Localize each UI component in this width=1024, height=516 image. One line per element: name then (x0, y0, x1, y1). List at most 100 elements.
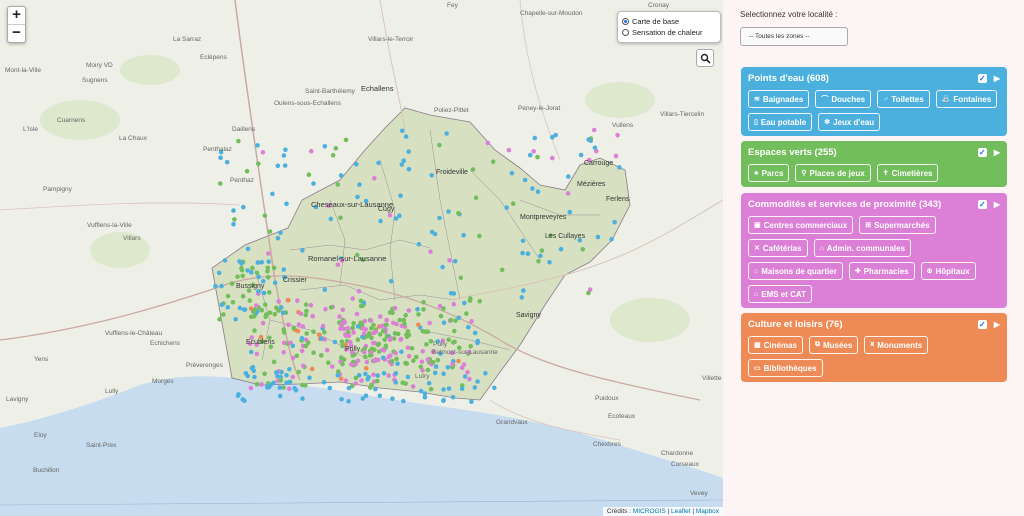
poi-marker[interactable] (338, 215, 343, 220)
filter-button[interactable]: ⛲ Fontaines (935, 90, 998, 108)
category-checkbox[interactable]: ✓ (977, 74, 987, 83)
poi-marker[interactable] (586, 290, 591, 296)
poi-marker[interactable] (532, 135, 538, 141)
poi-marker[interactable] (317, 332, 322, 338)
poi-marker[interactable] (271, 265, 277, 271)
poi-marker[interactable] (255, 260, 261, 265)
poi-marker[interactable] (254, 270, 260, 276)
poi-marker[interactable] (303, 343, 309, 349)
poi-marker[interactable] (539, 248, 545, 253)
poi-marker[interactable] (510, 201, 516, 206)
poi-marker[interactable] (419, 359, 425, 365)
poi-marker[interactable] (338, 376, 344, 382)
poi-marker[interactable] (351, 330, 356, 335)
poi-marker[interactable] (281, 350, 287, 355)
poi-marker[interactable] (328, 305, 334, 310)
poi-marker[interactable] (398, 193, 403, 198)
poi-marker[interactable] (490, 159, 496, 164)
poi-marker[interactable] (259, 382, 264, 387)
filter-button[interactable]: ⌂ Admin. communales (813, 239, 912, 257)
category-checkbox[interactable]: ✓ (977, 320, 987, 329)
poi-marker[interactable] (232, 217, 237, 222)
poi-marker[interactable] (252, 374, 257, 380)
poi-marker[interactable] (360, 326, 366, 331)
poi-marker[interactable] (535, 154, 540, 160)
radio-heat[interactable] (622, 29, 629, 36)
poi-marker[interactable] (441, 387, 446, 392)
poi-marker[interactable] (372, 176, 377, 181)
poi-marker[interactable] (311, 350, 316, 356)
poi-marker[interactable] (426, 380, 432, 386)
poi-marker[interactable] (403, 360, 408, 366)
poi-marker[interactable] (437, 215, 442, 221)
poi-marker[interactable] (281, 153, 287, 158)
poi-marker[interactable] (218, 155, 223, 160)
poi-marker[interactable] (429, 173, 435, 178)
poi-marker[interactable] (277, 393, 283, 399)
poi-marker[interactable] (249, 314, 254, 320)
poi-marker[interactable] (311, 329, 316, 335)
poi-marker[interactable] (477, 233, 482, 239)
poi-marker[interactable] (343, 137, 349, 143)
poi-marker[interactable] (567, 209, 573, 215)
poi-marker[interactable] (362, 349, 367, 355)
poi-marker[interactable] (386, 373, 392, 378)
poi-marker[interactable] (369, 335, 374, 341)
poi-marker[interactable] (376, 160, 381, 166)
poi-marker[interactable] (286, 322, 291, 328)
poi-marker[interactable] (337, 314, 342, 319)
poi-marker[interactable] (350, 325, 356, 331)
poi-marker[interactable] (229, 281, 235, 286)
poi-marker[interactable] (399, 349, 404, 355)
poi-marker[interactable] (240, 397, 245, 402)
poi-marker[interactable] (504, 205, 509, 210)
poi-marker[interactable] (466, 325, 471, 330)
poi-marker[interactable] (355, 337, 361, 343)
poi-marker[interactable] (342, 320, 347, 325)
poi-marker[interactable] (231, 208, 236, 213)
poi-marker[interactable] (609, 237, 614, 242)
poi-marker[interactable] (375, 342, 381, 348)
poi-marker[interactable] (400, 128, 405, 134)
poi-marker[interactable] (355, 194, 360, 200)
poi-marker[interactable] (364, 334, 370, 339)
filter-button[interactable]: ✚ Pharmacies (848, 262, 915, 280)
poi-marker[interactable] (367, 353, 373, 358)
poi-marker[interactable] (286, 386, 292, 392)
poi-marker[interactable] (356, 288, 362, 294)
poi-marker[interactable] (499, 267, 505, 273)
poi-marker[interactable] (217, 317, 222, 322)
poi-marker[interactable] (261, 290, 267, 296)
poi-marker[interactable] (354, 311, 360, 317)
filter-button[interactable]: ⌂ EMS et CAT (748, 285, 812, 303)
poi-marker[interactable] (262, 213, 268, 218)
poi-marker[interactable] (397, 213, 402, 218)
poi-marker[interactable] (447, 258, 452, 263)
poi-marker[interactable] (381, 371, 387, 376)
filter-button[interactable]: ≋ Baignades (748, 90, 810, 108)
poi-marker[interactable] (267, 290, 272, 295)
poi-marker[interactable] (373, 386, 378, 392)
poi-marker[interactable] (380, 355, 386, 361)
poi-marker[interactable] (475, 340, 480, 346)
poi-marker[interactable] (469, 318, 474, 324)
poi-marker[interactable] (272, 280, 278, 286)
poi-marker[interactable] (340, 307, 346, 313)
poi-marker[interactable] (485, 140, 491, 146)
poi-marker[interactable] (339, 397, 344, 402)
poi-marker[interactable] (278, 230, 283, 236)
poi-marker[interactable] (432, 231, 438, 237)
poi-marker[interactable] (456, 210, 461, 216)
poi-marker[interactable] (522, 177, 528, 183)
poi-marker[interactable] (279, 305, 284, 310)
filter-button[interactable]: ♣ Parcs (748, 164, 790, 182)
poi-marker[interactable] (281, 267, 287, 272)
poi-marker[interactable] (231, 221, 236, 227)
poi-marker[interactable] (441, 398, 446, 404)
poi-marker[interactable] (384, 333, 390, 339)
poi-marker[interactable] (338, 173, 344, 178)
poi-marker[interactable] (393, 371, 399, 376)
poi-marker[interactable] (358, 298, 364, 304)
poi-marker[interactable] (375, 378, 380, 384)
poi-marker[interactable] (393, 380, 399, 385)
